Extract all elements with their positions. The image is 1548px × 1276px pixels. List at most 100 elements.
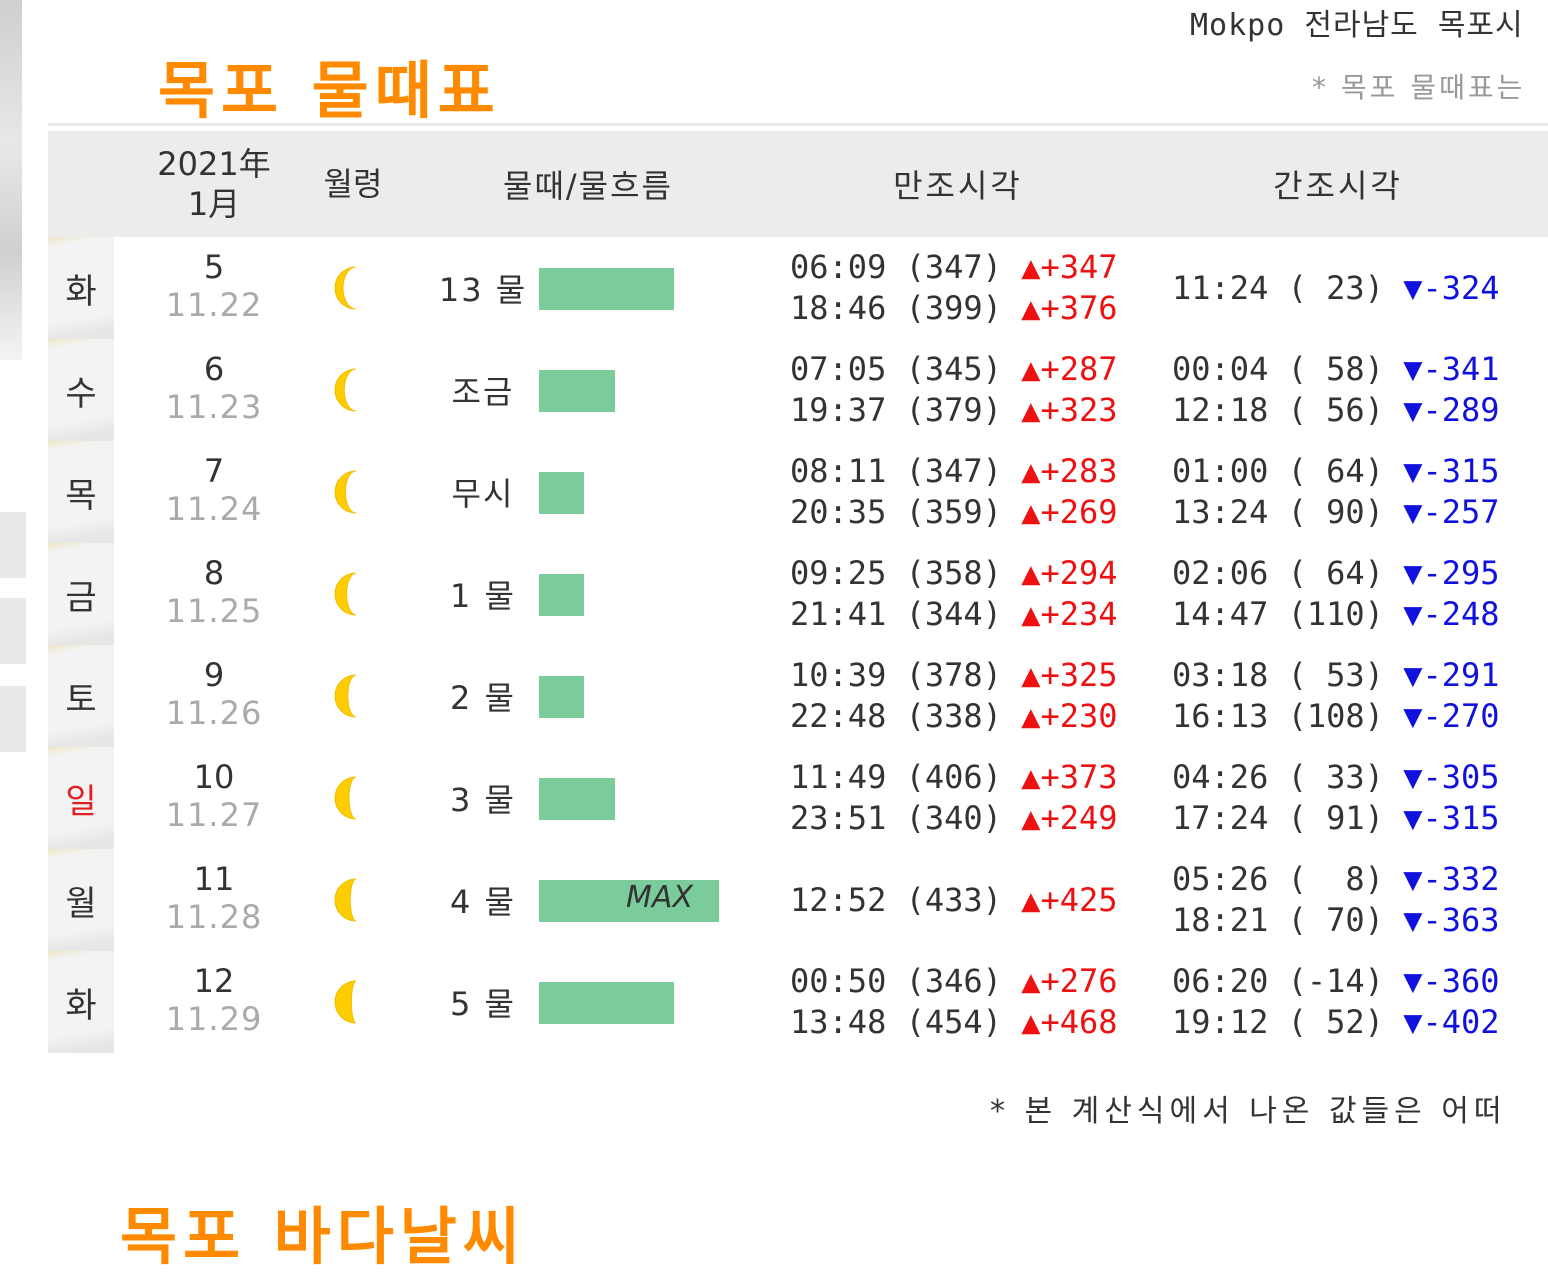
table-row: 목 7 11.24 무시 08:11 (347) ▲+283 20:35 (359) ▲+…: [48, 441, 1548, 543]
high-tide-times: 12:52 (433) ▲+425: [790, 849, 1118, 951]
table-row: 금 8 11.25 1 물 09:25 (358) ▲+294 21:41 (344) ▲…: [48, 543, 1548, 645]
high-tide-delta: ▲+269: [1021, 493, 1118, 531]
tide-name: 조금: [451, 373, 515, 411]
high-tide-entry: 07:05 (345) ▲+287: [790, 349, 1118, 390]
table-row: 일 10 11.27 3 물 11:49 (406) ▲+373 23:51 (340) …: [48, 747, 1548, 849]
moon-phase-icon: [328, 671, 378, 721]
low-tide-entry: 13:24 ( 90) ▼-257: [1172, 492, 1500, 533]
lunar-date: 11.25: [165, 592, 263, 630]
low-tide-delta: ▼-402: [1403, 1003, 1500, 1041]
date-cell: 11 11.28: [148, 849, 280, 951]
high-tide-delta: ▲+323: [1021, 391, 1118, 429]
flow-bar: [539, 472, 584, 514]
flow-bar: [539, 982, 674, 1024]
low-tide-times: 11:24 ( 23) ▼-324: [1172, 237, 1500, 339]
high-tide-time: 20:35 (359): [790, 493, 1022, 531]
high-tide-time: 11:49 (406): [790, 758, 1022, 796]
high-tide-delta: ▲+287: [1021, 350, 1118, 388]
tide-name: 1 물: [450, 577, 516, 615]
low-tide-entry: 04:26 ( 33) ▼-305: [1172, 757, 1500, 798]
moon-phase-icon: [328, 263, 378, 313]
low-tide-time: 14:47 (110): [1172, 595, 1404, 633]
table-header: 2021年 1月 월령 물때/물흐름 만조시각 간조시각: [48, 131, 1548, 237]
left-decoration: [0, 0, 22, 360]
low-tide-entry: 06:20 (-14) ▼-360: [1172, 961, 1500, 1002]
high-tide-entry: 20:35 (359) ▲+269: [790, 492, 1118, 533]
side-tab[interactable]: [0, 686, 26, 752]
low-tide-delta: ▼-248: [1403, 595, 1500, 633]
low-tide-times: 00:04 ( 58) ▼-341 12:18 ( 56) ▼-289: [1172, 339, 1500, 441]
flow-bar: [539, 574, 584, 616]
low-tide-time: 03:18 ( 53): [1172, 656, 1404, 694]
high-tide-delta: ▲+373: [1021, 758, 1118, 796]
lunar-date: 11.28: [165, 898, 263, 936]
tide-cell: 3 물: [408, 747, 808, 849]
high-tide-time: 13:48 (454): [790, 1003, 1022, 1041]
low-tide-time: 01:00 ( 64): [1172, 452, 1404, 490]
high-tide-time: 21:41 (344): [790, 595, 1022, 633]
high-tide-delta: ▲+294: [1021, 554, 1118, 592]
low-tide-delta: ▼-257: [1403, 493, 1500, 531]
high-tide-times: 10:39 (378) ▲+325 22:48 (338) ▲+230: [790, 645, 1118, 747]
low-tide-entry: 11:24 ( 23) ▼-324: [1172, 268, 1500, 309]
tide-name: 4 물: [450, 883, 516, 921]
lunar-date: 11.24: [165, 490, 263, 528]
high-tide-times: 09:25 (358) ▲+294 21:41 (344) ▲+234: [790, 543, 1118, 645]
high-tide-entry: 12:52 (433) ▲+425: [790, 880, 1118, 921]
moon-phase-icon: [328, 773, 378, 823]
low-tide-delta: ▼-360: [1403, 962, 1500, 1000]
high-tide-entry: 11:49 (406) ▲+373: [790, 757, 1118, 798]
header-high-tide: 만조시각: [893, 167, 1023, 205]
tide-cell: 무시: [408, 441, 808, 543]
tide-cell: 2 물: [408, 645, 808, 747]
solar-day: 8: [203, 554, 225, 592]
high-tide-time: 06:09 (347): [790, 248, 1022, 286]
weekday-label: 토: [48, 645, 114, 747]
low-tide-entry: 03:18 ( 53) ▼-291: [1172, 655, 1500, 696]
high-tide-delta: ▲+347: [1021, 248, 1118, 286]
lunar-date: 11.27: [165, 796, 263, 834]
low-tide-delta: ▼-295: [1403, 554, 1500, 592]
high-tide-time: 09:25 (358): [790, 554, 1022, 592]
low-tide-times: 04:26 ( 33) ▼-305 17:24 ( 91) ▼-315: [1172, 747, 1500, 849]
lunar-date: 11.22: [165, 286, 263, 324]
high-tide-entry: 18:46 (399) ▲+376: [790, 288, 1118, 329]
low-tide-entry: 19:12 ( 52) ▼-402: [1172, 1002, 1500, 1043]
low-tide-entry: 14:47 (110) ▼-248: [1172, 594, 1500, 635]
tide-cell: 13 물: [408, 237, 808, 339]
tide-name: 2 물: [450, 679, 516, 717]
low-tide-entry: 01:00 ( 64) ▼-315: [1172, 451, 1500, 492]
table-row: 월 11 11.28 4 물 MAX 12:52 (433) ▲+425 05:26 ( 8…: [48, 849, 1548, 951]
high-tide-delta: ▲+234: [1021, 595, 1118, 633]
solar-day: 12: [193, 962, 235, 1000]
tide-cell: 4 물 MAX: [408, 849, 808, 951]
low-tide-time: 12:18 ( 56): [1172, 391, 1404, 429]
low-tide-times: 01:00 ( 64) ▼-315 13:24 ( 90) ▼-257: [1172, 441, 1500, 543]
side-tab[interactable]: [0, 512, 26, 578]
high-tide-entry: 19:37 (379) ▲+323: [790, 390, 1118, 431]
location-label: Mokpo 전라남도 목포시: [1190, 8, 1524, 43]
flow-bar: [539, 778, 615, 820]
high-tide-entry: 09:25 (358) ▲+294: [790, 553, 1118, 594]
tide-cell: 조금: [408, 339, 808, 441]
high-tide-times: 06:09 (347) ▲+347 18:46 (399) ▲+376: [790, 237, 1118, 339]
solar-day: 5: [203, 248, 225, 286]
low-tide-entry: 17:24 ( 91) ▼-315: [1172, 798, 1500, 839]
date-cell: 9 11.26: [148, 645, 280, 747]
moon-phase-icon: [328, 365, 378, 415]
low-tide-time: 00:04 ( 58): [1172, 350, 1404, 388]
date-cell: 12 11.29: [148, 951, 280, 1053]
tide-cell: 1 물: [408, 543, 808, 645]
solar-day: 7: [203, 452, 225, 490]
weekday-label: 월: [48, 849, 114, 951]
high-tide-entry: 08:11 (347) ▲+283: [790, 451, 1118, 492]
lunar-date: 11.23: [165, 388, 263, 426]
high-tide-entry: 06:09 (347) ▲+347: [790, 247, 1118, 288]
lunar-date: 11.26: [165, 694, 263, 732]
side-tab[interactable]: [0, 598, 26, 664]
high-tide-delta: ▲+283: [1021, 452, 1118, 490]
low-tide-times: 02:06 ( 64) ▼-295 14:47 (110) ▼-248: [1172, 543, 1500, 645]
low-tide-delta: ▼-289: [1403, 391, 1500, 429]
low-tide-entry: 05:26 ( 8) ▼-332: [1172, 859, 1500, 900]
low-tide-entry: 12:18 ( 56) ▼-289: [1172, 390, 1500, 431]
